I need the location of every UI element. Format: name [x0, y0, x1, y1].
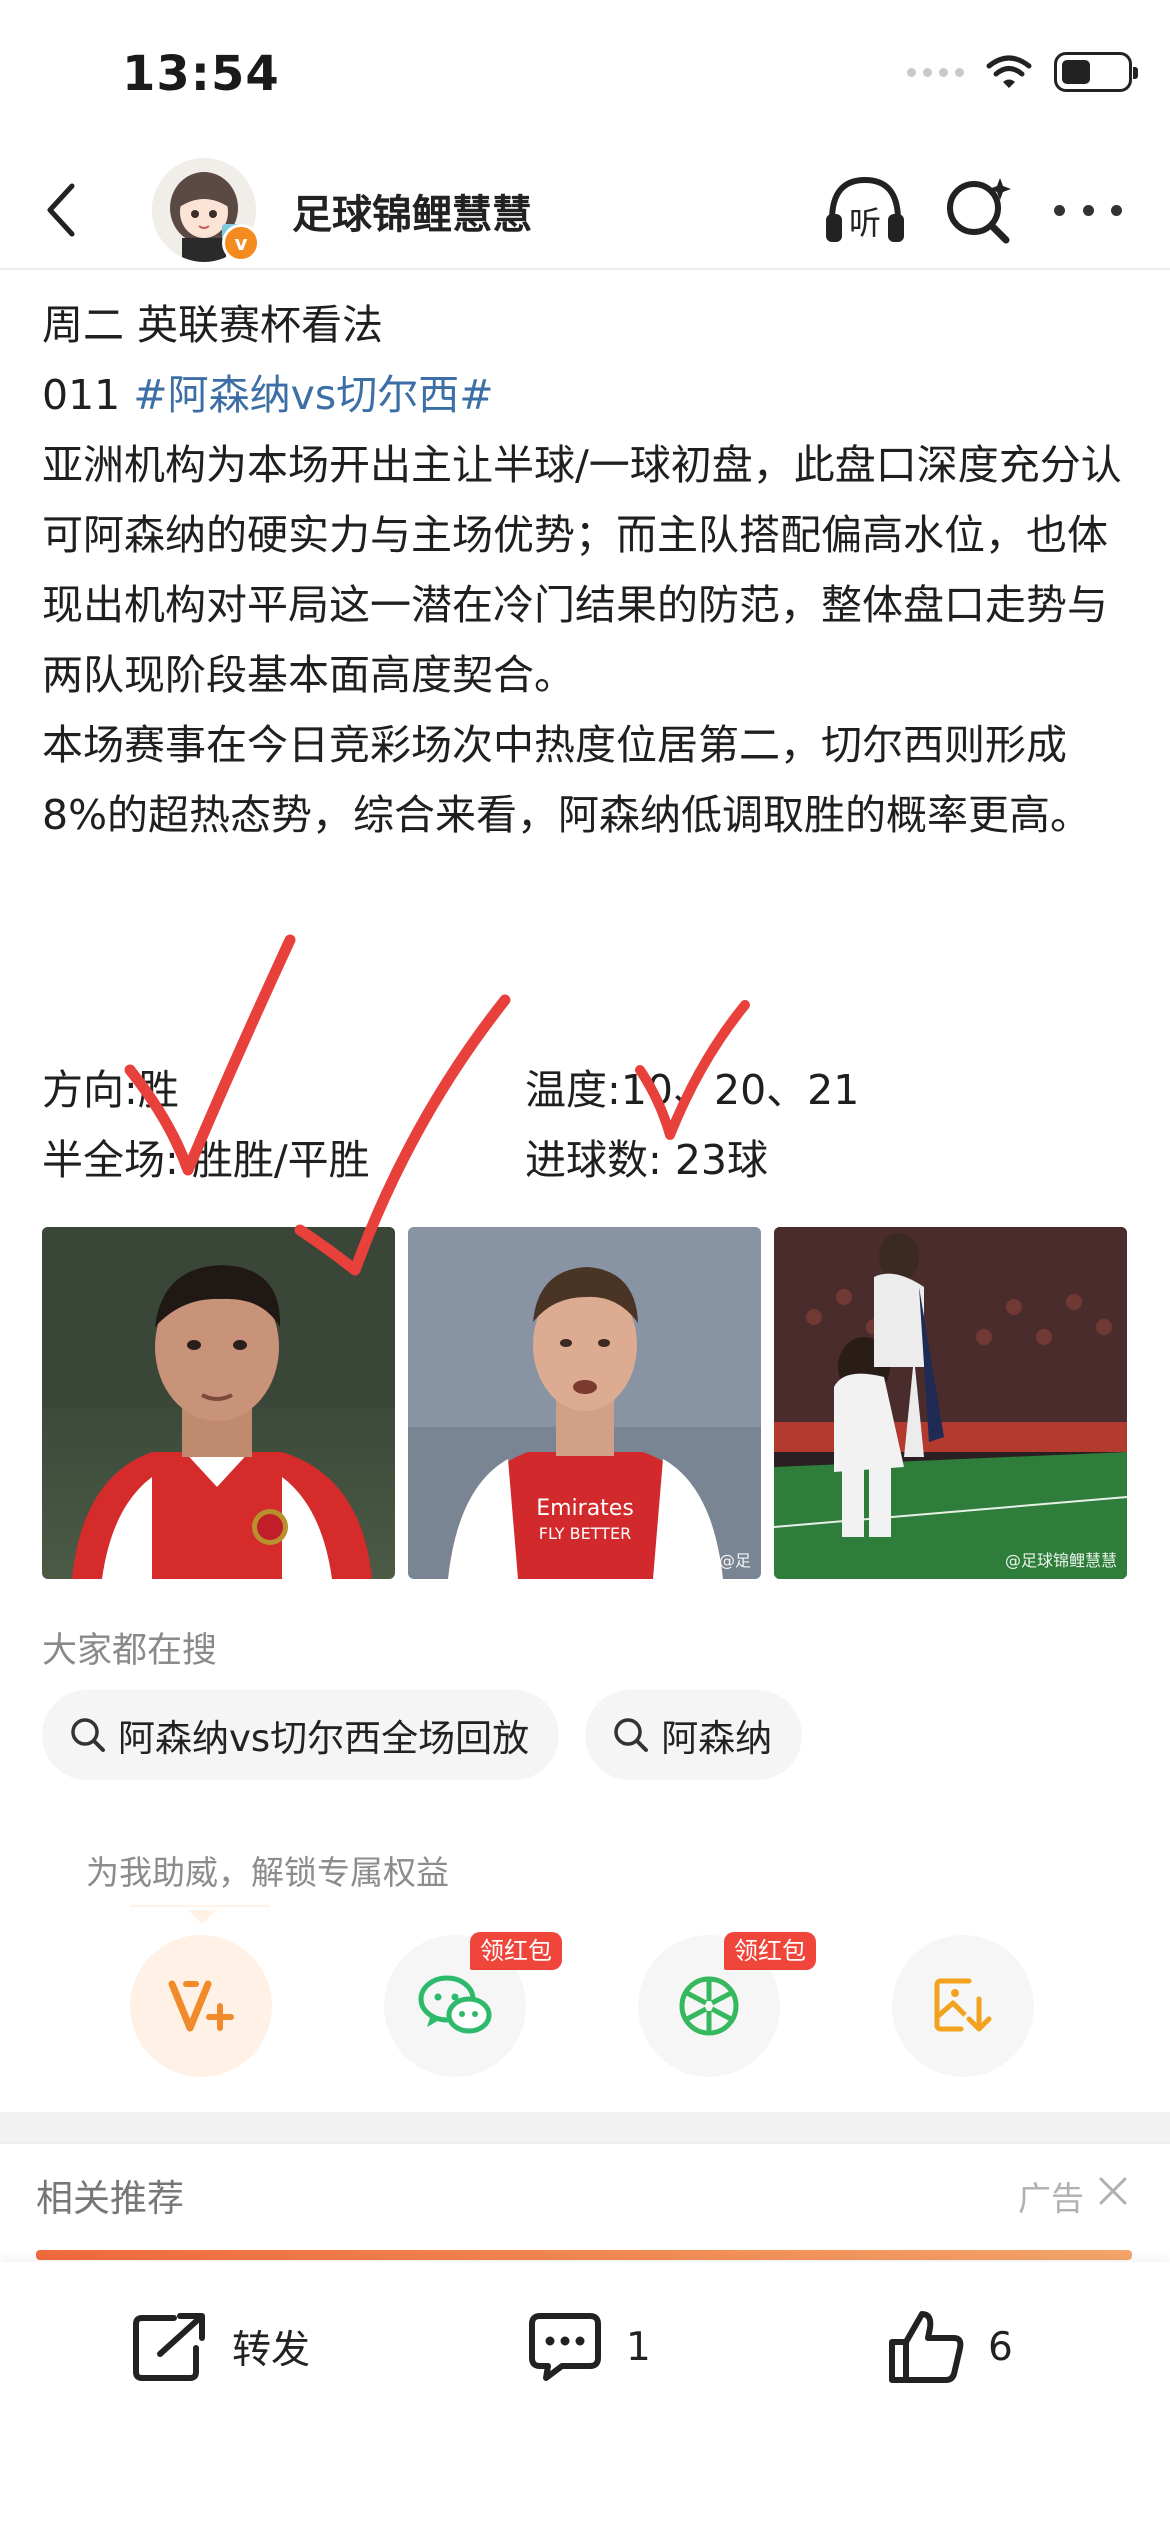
search-chip[interactable]: 阿森纳: [585, 1690, 803, 1780]
listen-button[interactable]: 听: [822, 170, 908, 250]
share-arrow-icon: [133, 2313, 205, 2381]
section-separator: [0, 2112, 1170, 2142]
bottom-toolbar: 转发 1 6: [0, 2262, 1170, 2532]
image-watermark: @足球锦鲤慧慧: [1004, 1551, 1117, 1570]
post-title-line: 周二 英联赛杯看法: [42, 301, 384, 349]
svg-text:FLY BETTER: FLY BETTER: [539, 1524, 631, 1543]
stat-direction: 方向:胜: [42, 1066, 179, 1114]
search-icon: [71, 1718, 105, 1752]
more-dot-icon: [1111, 204, 1122, 216]
comment-button[interactable]: 1: [526, 2302, 651, 2392]
post-body: 周二 英联赛杯看法 011 #阿森纳vs切尔西# 亚洲机构为本场开出主让半球/一…: [42, 290, 1132, 850]
trending-search-title: 大家都在搜: [42, 1631, 218, 1671]
support-pointer: [188, 1910, 216, 1924]
back-button[interactable]: [24, 172, 100, 248]
comment-count: 1: [626, 2324, 651, 2370]
post-image-1[interactable]: [42, 1227, 395, 1579]
post-image-2[interactable]: Emirates FLY BETTER @足: [408, 1227, 761, 1579]
stat-half-full: 半全场: 胜胜/平胜: [42, 1136, 370, 1184]
search-chip-label: 阿森纳: [661, 1717, 773, 1760]
search-chip[interactable]: 阿森纳vs切尔西全场回放: [42, 1690, 560, 1780]
chevron-left-icon: [47, 183, 75, 237]
post-image-3[interactable]: @足球锦鲤慧慧: [774, 1227, 1127, 1579]
stat-row: 方向:胜 温度:10、20、21: [42, 1055, 1132, 1125]
search-chip-label: 阿森纳vs切尔西全场回放: [118, 1717, 530, 1760]
support-hint-underline: [130, 1905, 270, 1907]
image-grid: Emirates FLY BETTER @足 @足球锦鲤慧慧: [42, 1227, 1128, 1579]
prediction-stats: 方向:胜 温度:10、20、21 半全场: 胜胜/平胜 进球数: 23球: [42, 1055, 1132, 1195]
repost-button[interactable]: 转发: [130, 2302, 310, 2392]
status-bar: 13:54: [0, 0, 1170, 150]
match-code: 011: [42, 371, 134, 419]
search-sparkle-icon: [947, 178, 1011, 244]
thumbs-up-icon: [889, 2311, 964, 2383]
ad-label: 广告: [1018, 2179, 1084, 2218]
support-hint: 为我助威，解锁专属权益: [86, 1853, 449, 1892]
arsenal-player-photo: [42, 1227, 395, 1579]
more-dot-icon: [1054, 204, 1065, 216]
close-icon[interactable]: [1096, 2174, 1130, 2208]
trending-chips: 阿森纳vs切尔西全场回放 阿森纳: [42, 1690, 803, 1780]
status-icons: [907, 52, 1138, 92]
post-paragraph-odds: 亚洲机构为本场开出主让半球/一球初盘，此盘口深度充分认可阿森纳的硬实力与主场优势…: [42, 441, 1122, 699]
status-time: 13:54: [122, 46, 280, 102]
moments-shutter-icon: [679, 1976, 739, 2036]
related-title: 相关推荐: [36, 2177, 184, 2220]
search-button[interactable]: [942, 172, 1016, 248]
stat-row: 半全场: 胜胜/平胜 进球数: 23球: [42, 1125, 1132, 1195]
svg-text:Emirates: Emirates: [536, 1496, 634, 1521]
more-dot-icon: [1082, 204, 1094, 216]
battery-icon: [1054, 52, 1138, 92]
stat-goals: 进球数: 23球: [525, 1136, 769, 1184]
stat-temperature: 温度:10、20、21: [525, 1066, 860, 1114]
post-match-line: 011 #阿森纳vs切尔西#: [42, 360, 1132, 430]
listen-label: 听: [849, 204, 881, 242]
related-recommendations: 相关推荐 广告: [0, 2142, 1170, 2262]
like-count: 6: [988, 2324, 1013, 2370]
wechat-icon: [418, 1975, 492, 2034]
more-options-button[interactable]: [1050, 194, 1126, 226]
like-button[interactable]: 6: [886, 2302, 1013, 2392]
redpack-badge: 领红包: [724, 1932, 816, 1970]
verified-badge-icon: v: [222, 224, 260, 262]
author-name[interactable]: 足球锦鲤慧慧: [292, 182, 532, 240]
v-plus-icon: [168, 1980, 234, 2032]
headphones-icon: 听: [826, 176, 904, 242]
wifi-icon: [986, 55, 1032, 88]
image-download-icon: [934, 1978, 992, 2032]
support-vplus-button[interactable]: [130, 1935, 272, 2077]
redpack-badge: 领红包: [470, 1932, 562, 1970]
comment-bubble-icon: [529, 2313, 601, 2381]
topic-link[interactable]: #阿森纳vs切尔西#: [133, 371, 493, 419]
nav-bar: v 足球锦鲤慧慧 听: [0, 150, 1170, 270]
post-paragraph-summary: 本场赛事在今日竞彩场次中热度位居第二，切尔西则形成8%的超热态势，综合来看，阿森…: [42, 721, 1092, 839]
arsenal-player-emirates-photo: Emirates FLY BETTER: [408, 1227, 761, 1579]
repost-label: 转发: [232, 2328, 311, 2373]
chelsea-celebration-photo: [774, 1227, 1127, 1579]
save-image-button[interactable]: [892, 1935, 1034, 2077]
ad-banner-strip[interactable]: [36, 2250, 1132, 2260]
cellular-signal-icon: [907, 67, 964, 77]
search-icon: [614, 1718, 649, 1752]
image-watermark: @足: [718, 1551, 751, 1570]
